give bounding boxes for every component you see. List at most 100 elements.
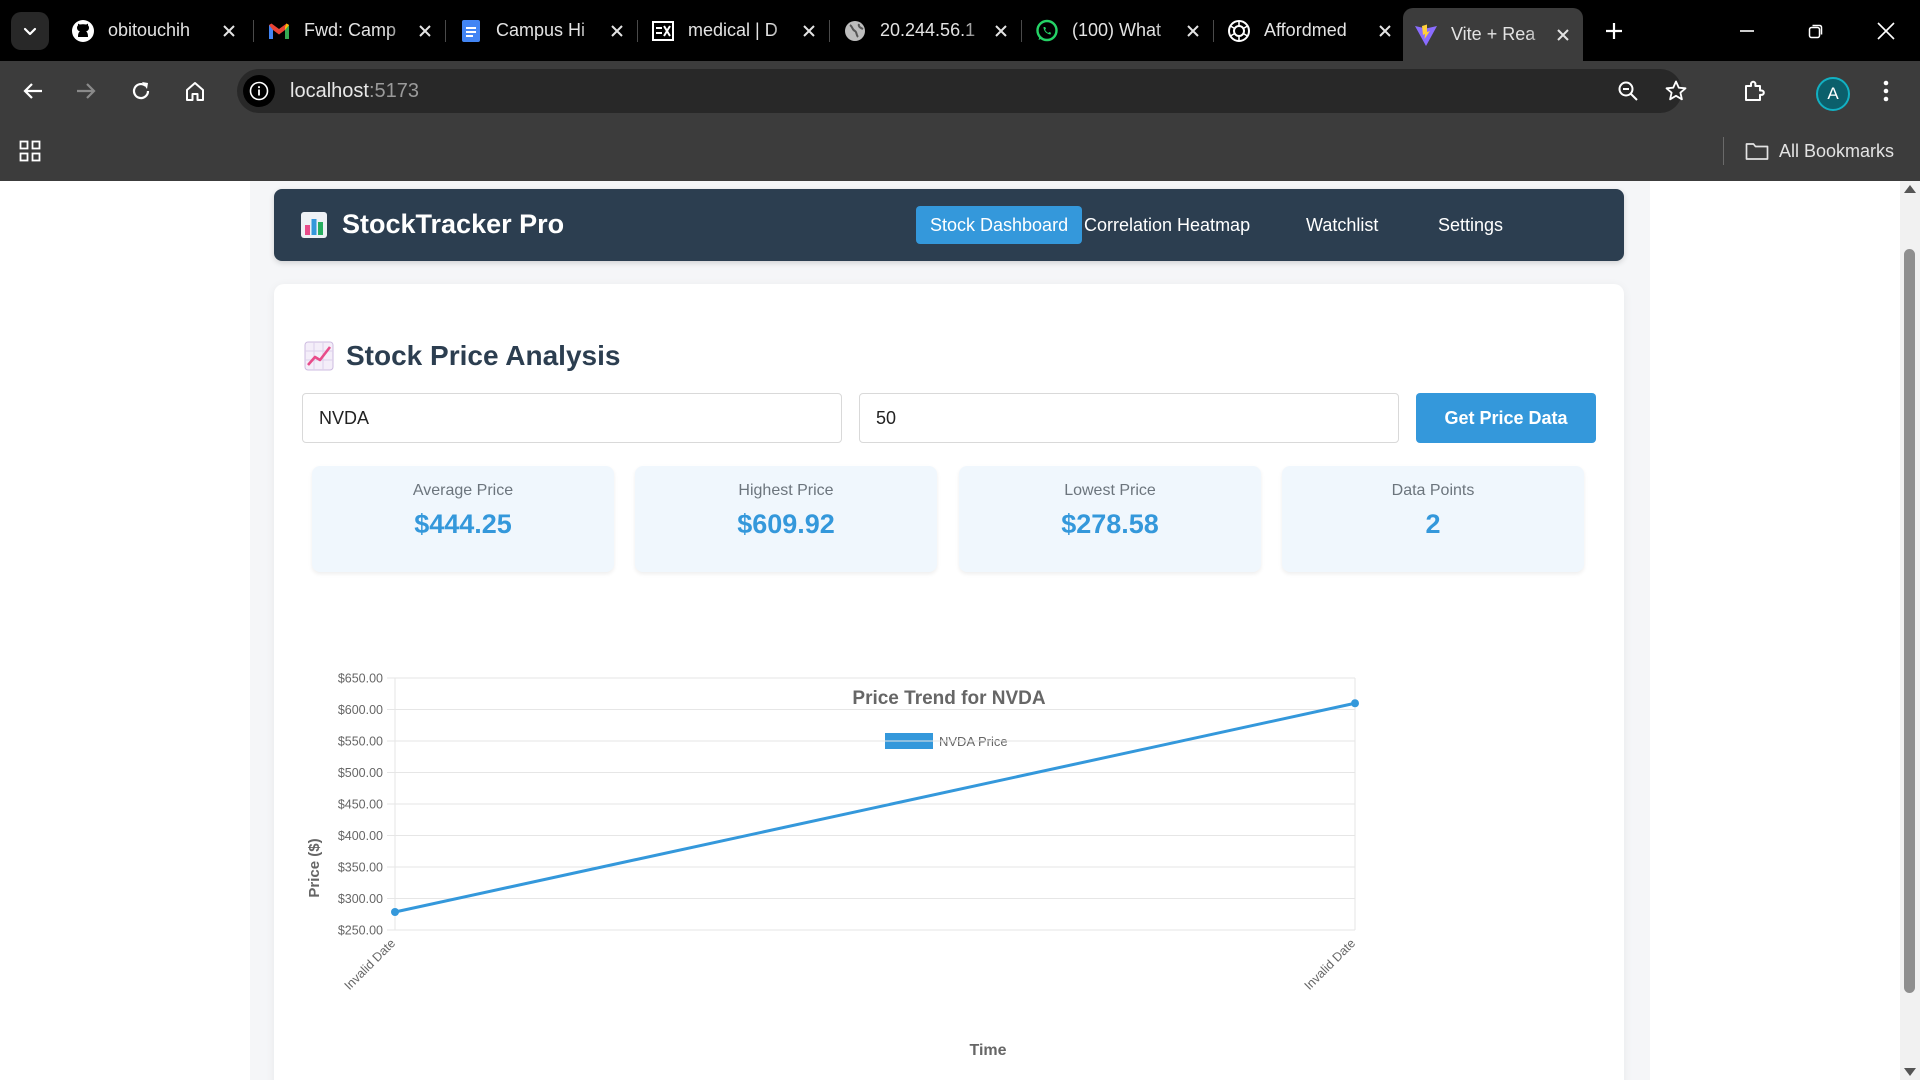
x-tick-label: Invalid Date bbox=[1302, 936, 1359, 993]
close-icon[interactable] bbox=[990, 20, 1012, 42]
arrow-right-icon bbox=[77, 83, 96, 99]
vite-icon bbox=[1413, 22, 1439, 48]
y-axis-label: Price ($) bbox=[306, 838, 323, 897]
extensions-button[interactable] bbox=[1734, 71, 1774, 111]
tab-title: Affordmed bbox=[1264, 20, 1347, 40]
back-button[interactable] bbox=[13, 71, 53, 111]
tab-ip-address[interactable]: 20.244.56.1 bbox=[832, 10, 1022, 51]
data-point[interactable] bbox=[391, 907, 399, 916]
openai-icon bbox=[1226, 18, 1252, 44]
nav-settings[interactable]: Settings bbox=[1424, 206, 1517, 244]
puzzle-icon bbox=[1745, 80, 1765, 101]
close-icon[interactable] bbox=[1553, 24, 1573, 46]
form-icon bbox=[650, 18, 676, 44]
tab-title: Vite + Rea bbox=[1451, 24, 1536, 44]
series-line bbox=[394, 701, 1356, 914]
y-tick-label: $650.00 bbox=[338, 672, 383, 686]
y-tick-label: $300.00 bbox=[338, 892, 383, 906]
url-text[interactable]: localhost:5173 bbox=[290, 80, 419, 103]
close-icon[interactable] bbox=[414, 20, 436, 42]
chart-grid bbox=[387, 677, 1356, 931]
y-tick-label: $450.00 bbox=[338, 798, 383, 812]
tab-whatsapp[interactable]: (100) What bbox=[1024, 10, 1214, 51]
close-icon[interactable] bbox=[606, 20, 628, 42]
tab-gmail[interactable]: Fwd: Camp bbox=[256, 10, 446, 51]
nav-correlation-heatmap[interactable]: Correlation Heatmap bbox=[1070, 206, 1264, 244]
whatsapp-icon bbox=[1034, 18, 1060, 44]
zoom-button[interactable] bbox=[1610, 73, 1646, 109]
tab-title: Fwd: Camp bbox=[304, 20, 397, 40]
url-host: localhost bbox=[290, 80, 369, 102]
all-bookmarks-label: All Bookmarks bbox=[1779, 140, 1895, 161]
site-info-button[interactable] bbox=[243, 75, 275, 107]
nav-stock-dashboard[interactable]: Stock Dashboard bbox=[916, 206, 1083, 244]
bookmarks-divider bbox=[1723, 137, 1724, 165]
page-viewport: StockTracker Pro Stock Dashboard Correla… bbox=[0, 181, 1900, 1080]
close-icon[interactable] bbox=[1374, 20, 1396, 42]
brand[interactable]: StockTracker Pro bbox=[300, 209, 564, 240]
new-tab-button[interactable] bbox=[1597, 14, 1631, 48]
reload-button[interactable] bbox=[121, 71, 161, 111]
reload-icon bbox=[132, 82, 150, 100]
scroll-thumb[interactable] bbox=[1904, 249, 1915, 993]
close-window-button[interactable] bbox=[1852, 0, 1920, 61]
y-tick-label: $400.00 bbox=[338, 829, 383, 843]
close-icon bbox=[1877, 21, 1895, 40]
x-tick-label: Invalid Date bbox=[342, 936, 399, 993]
apps-grid-icon bbox=[19, 140, 41, 162]
tab-title: (100) What bbox=[1072, 20, 1162, 40]
price-trend-chart: Price Trend for NVDA NVDA Price $650.00$… bbox=[306, 672, 1359, 1059]
close-icon[interactable] bbox=[1182, 20, 1204, 42]
tab-google-docs[interactable]: Campus Hi bbox=[448, 10, 638, 51]
tab-medical[interactable]: medical | D bbox=[640, 10, 830, 51]
close-icon[interactable] bbox=[218, 20, 240, 42]
plus-icon bbox=[1606, 23, 1622, 39]
github-icon bbox=[70, 18, 96, 44]
restore-button[interactable] bbox=[1782, 0, 1850, 61]
x-axis-label: Time bbox=[969, 1042, 1006, 1059]
x-axis-ticks: Invalid Date Invalid Date bbox=[342, 936, 1359, 993]
restore-icon bbox=[1808, 24, 1823, 38]
y-tick-label: $250.00 bbox=[338, 924, 383, 938]
kebab-menu-icon bbox=[1883, 80, 1889, 102]
folder-icon bbox=[1745, 143, 1769, 160]
nav-watchlist[interactable]: Watchlist bbox=[1292, 206, 1392, 244]
bookmark-star-button[interactable] bbox=[1658, 73, 1694, 109]
tab-search-button[interactable] bbox=[11, 12, 49, 50]
close-icon[interactable] bbox=[798, 20, 820, 42]
apps-button[interactable] bbox=[14, 135, 46, 167]
y-tick-label: $500.00 bbox=[338, 766, 383, 780]
minimize-button[interactable] bbox=[1713, 0, 1781, 61]
y-tick-label: $550.00 bbox=[338, 735, 383, 749]
tab-title: obitouchih bbox=[108, 20, 191, 40]
app-navbar: StockTracker Pro Stock Dashboard Correla… bbox=[274, 189, 1624, 261]
bookmarks-bar: All Bookmarks bbox=[0, 121, 1920, 181]
y-axis-ticks: $650.00 $600.00 $550.00 $500.00 $450.00 $400.… bbox=[338, 672, 383, 938]
address-bar[interactable]: localhost:5173 bbox=[237, 69, 1687, 113]
home-icon bbox=[186, 82, 204, 101]
tab-title: 20.244.56.1 bbox=[880, 20, 976, 40]
data-point[interactable] bbox=[1351, 699, 1359, 708]
scroll-up-arrow[interactable] bbox=[1904, 185, 1916, 193]
y-tick-label: $350.00 bbox=[338, 861, 383, 875]
y-tick-label: $600.00 bbox=[338, 703, 383, 717]
all-bookmarks-button[interactable]: All Bookmarks bbox=[1745, 136, 1894, 166]
forward-button[interactable] bbox=[66, 71, 106, 111]
tab-github[interactable]: obitouchih bbox=[60, 10, 250, 51]
stock-analysis-card: Stock Price Analysis Get Price Data Aver… bbox=[274, 284, 1624, 1080]
page-scrollbar[interactable] bbox=[1900, 181, 1920, 1080]
scroll-down-arrow[interactable] bbox=[1904, 1068, 1916, 1076]
browser-menu-button[interactable] bbox=[1866, 71, 1906, 111]
tab-vite-react[interactable]: Vite + Rea bbox=[1403, 8, 1583, 61]
chevron-down-icon bbox=[23, 27, 37, 36]
home-button[interactable] bbox=[175, 71, 215, 111]
star-icon bbox=[1665, 80, 1687, 101]
zoom-icon bbox=[1618, 81, 1638, 101]
tab-title: Campus Hi bbox=[496, 20, 586, 40]
tab-affordmed[interactable]: Affordmed bbox=[1216, 10, 1406, 51]
gmail-icon bbox=[266, 18, 292, 44]
profile-avatar[interactable]: A bbox=[1816, 77, 1850, 111]
arrow-left-icon bbox=[23, 83, 42, 99]
bar-chart-icon bbox=[301, 211, 327, 238]
docs-icon bbox=[458, 18, 484, 44]
